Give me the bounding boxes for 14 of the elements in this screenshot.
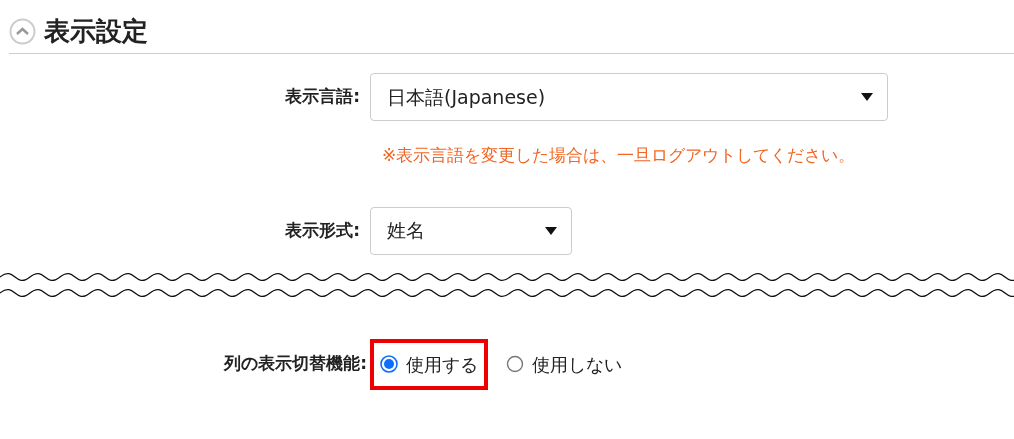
dropdown-select[interactable]: 姓名: [370, 206, 572, 255]
warning-note: ※表示言語を変更した場合は、一旦ログアウトしてください。: [382, 144, 857, 168]
caret-icon: [545, 226, 557, 235]
option-label: 使用する: [406, 352, 478, 377]
dropdown-select[interactable]: 日本語(Japanese): [370, 73, 888, 122]
radio-button[interactable]: [506, 355, 524, 374]
caret-icon: [861, 93, 873, 102]
collapse-icon[interactable]: [9, 18, 36, 46]
field-label: 表示形式:: [284, 218, 361, 242]
field-label: 表示言語:: [284, 85, 361, 109]
section-title: 表示設定: [44, 16, 148, 48]
field-label: 列の表示切替機能:: [222, 352, 368, 376]
option-label: 使用しない: [532, 352, 622, 377]
radio-button[interactable]: [380, 355, 398, 374]
